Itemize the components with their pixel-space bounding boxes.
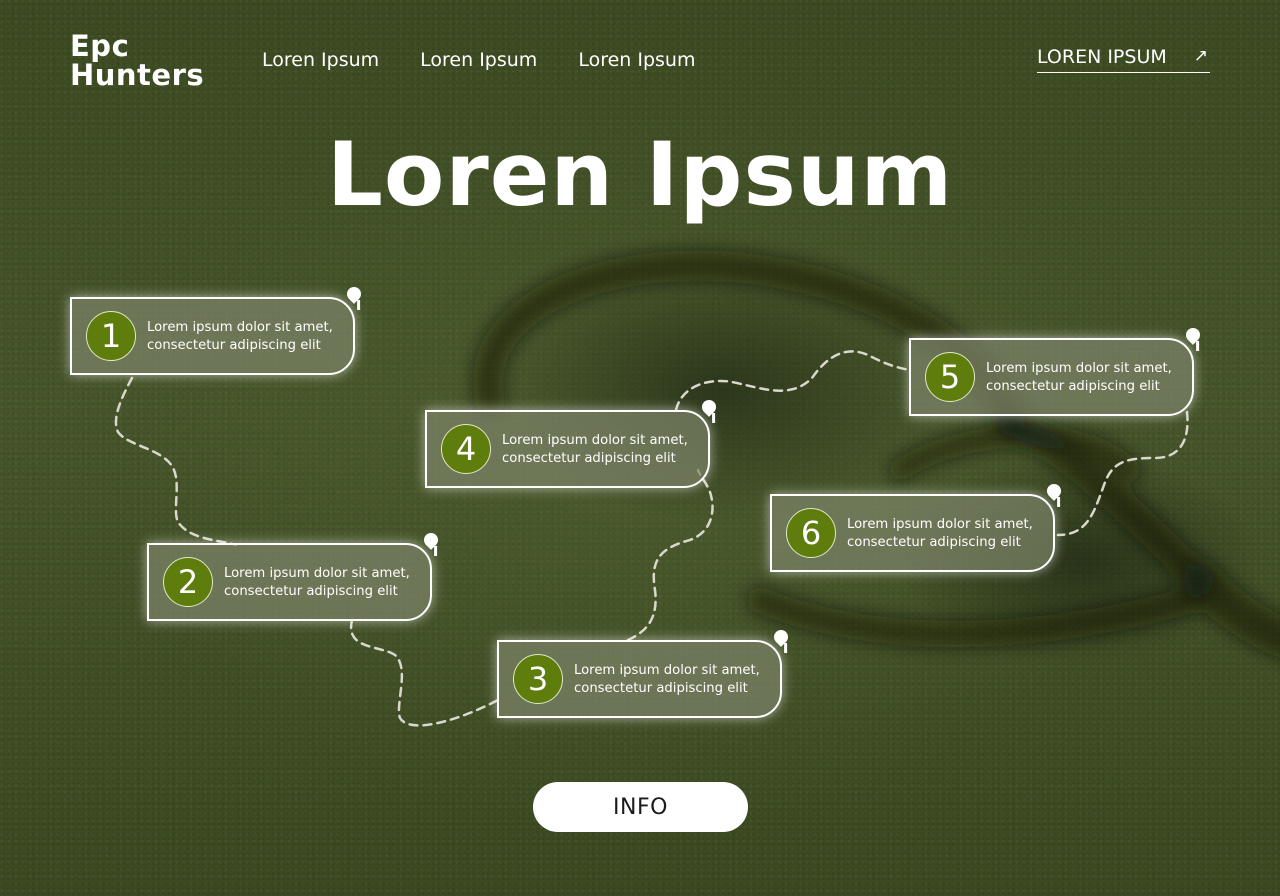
step-card-1[interactable]: 1 Lorem ipsum dolor sit amet, consectetu… [70, 284, 364, 375]
step-number-5: 5 [925, 352, 975, 402]
step-card-4[interactable]: 4 Lorem ipsum dolor sit amet, consectetu… [425, 397, 719, 488]
step-text-line2: consectetur adipiscing elit [986, 379, 1160, 394]
step-text-line1: Lorem ipsum dolor sit amet, [147, 320, 333, 335]
step-text-line1: Lorem ipsum dolor sit amet, [574, 663, 760, 678]
step-number-3: 3 [513, 654, 563, 704]
main-nav: Loren Ipsum Loren Ipsum Loren Ipsum [262, 49, 695, 71]
step-card-5[interactable]: 5 Lorem ipsum dolor sit amet, consectetu… [909, 325, 1203, 416]
step-text-line1: Lorem ipsum dolor sit amet, [502, 433, 688, 448]
step-text-line2: consectetur adipiscing elit [502, 451, 676, 466]
step-card-6[interactable]: 6 Lorem ipsum dolor sit amet, consectetu… [770, 481, 1064, 572]
nav-link-1[interactable]: Loren Ipsum [262, 49, 379, 71]
step-text-line1: Lorem ipsum dolor sit amet, [224, 566, 410, 581]
step-text-line1: Lorem ipsum dolor sit amet, [847, 517, 1033, 532]
nav-link-3[interactable]: Loren Ipsum [578, 49, 695, 71]
arrow-up-right-icon: ↗ [1193, 46, 1208, 66]
step-text-line2: consectetur adipiscing elit [147, 338, 321, 353]
step-text-line2: consectetur adipiscing elit [224, 584, 398, 599]
step-text-1: Lorem ipsum dolor sit amet, consectetur … [147, 319, 352, 355]
brand-logo[interactable]: Epc Hunters [70, 32, 204, 90]
step-text-line1: Lorem ipsum dolor sit amet, [986, 361, 1172, 376]
header-cta-link[interactable]: LOREN IPSUM ↗ [1037, 46, 1210, 73]
info-button[interactable]: INFO [533, 782, 748, 832]
step-number-6: 6 [786, 508, 836, 558]
step-text-line2: consectetur adipiscing elit [847, 535, 1021, 550]
brand-logo-line2: Hunters [70, 58, 205, 92]
brand-logo-line1: Epc [70, 29, 130, 63]
step-text-3: Lorem ipsum dolor sit amet, consectetur … [574, 662, 779, 698]
header-cta-label: LOREN IPSUM [1037, 46, 1167, 68]
step-text-2: Lorem ipsum dolor sit amet, consectetur … [224, 565, 429, 601]
step-card-2[interactable]: 2 Lorem ipsum dolor sit amet, consectetu… [147, 530, 441, 621]
step-number-2: 2 [163, 557, 213, 607]
nav-link-2[interactable]: Loren Ipsum [420, 49, 537, 71]
step-text-line2: consectetur adipiscing elit [574, 681, 748, 696]
step-text-6: Lorem ipsum dolor sit amet, consectetur … [847, 516, 1052, 552]
step-text-5: Lorem ipsum dolor sit amet, consectetur … [986, 360, 1191, 396]
step-number-1: 1 [86, 311, 136, 361]
step-text-4: Lorem ipsum dolor sit amet, consectetur … [502, 432, 707, 468]
hero-title: Loren Ipsum [326, 123, 954, 226]
step-card-3[interactable]: 3 Lorem ipsum dolor sit amet, consectetu… [497, 627, 791, 718]
step-number-4: 4 [441, 424, 491, 474]
